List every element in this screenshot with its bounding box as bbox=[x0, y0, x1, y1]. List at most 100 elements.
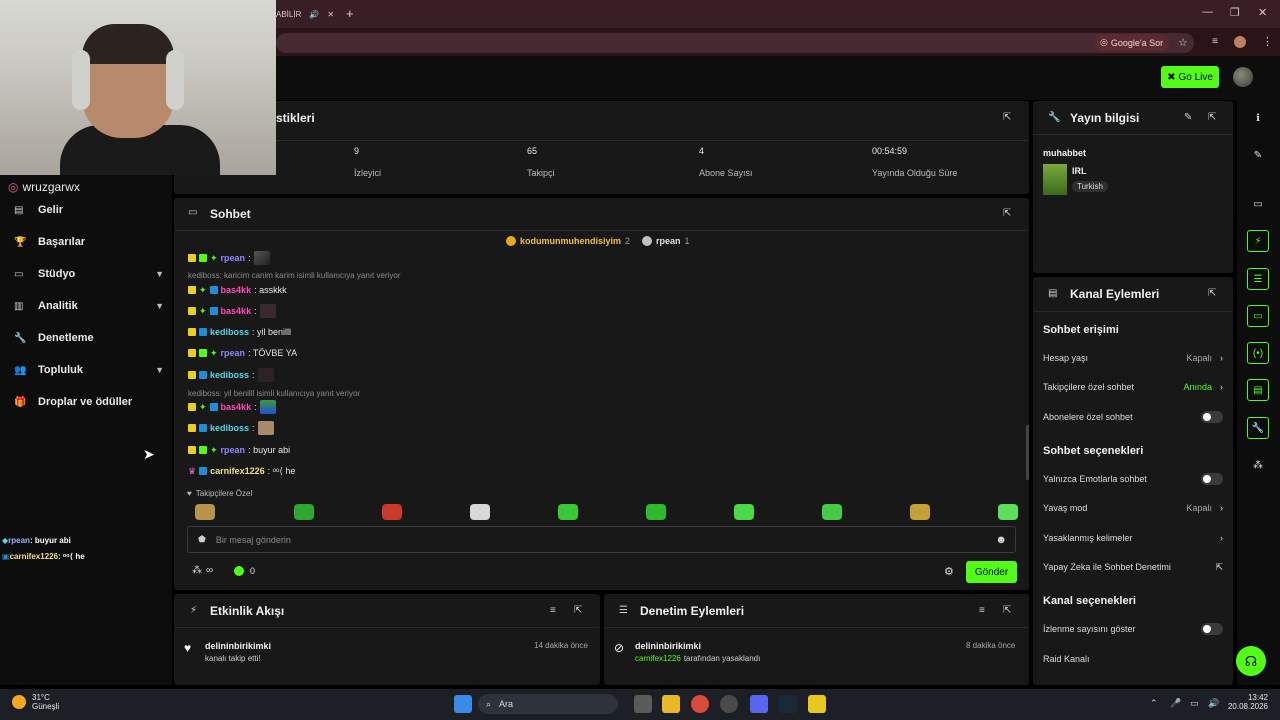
setting-ai-moderation[interactable]: Yapay Zeka ile Sohbet Denetimi ⇱ bbox=[1043, 560, 1223, 574]
discord-icon[interactable] bbox=[750, 695, 768, 713]
minimize-icon[interactable]: — bbox=[1202, 6, 1213, 18]
popout-icon[interactable]: ⇱ bbox=[1208, 112, 1216, 123]
user-avatar[interactable] bbox=[1233, 67, 1253, 87]
microphone-icon[interactable]: 🎤 bbox=[1170, 698, 1181, 709]
google-ask-button[interactable]: ◎ Google'a Sor bbox=[1094, 34, 1170, 51]
mouse-cursor-icon: ➤ bbox=[143, 446, 155, 462]
broadcast-icon[interactable]: (•) bbox=[1247, 342, 1269, 364]
profile-icon[interactable] bbox=[1234, 36, 1246, 48]
task-view-icon[interactable] bbox=[634, 695, 652, 713]
sidebar-item-studyo[interactable]: ▭ Stüdyo ▼ bbox=[14, 264, 164, 284]
emote-button[interactable] bbox=[822, 504, 842, 520]
chevron-down-icon: ▼ bbox=[155, 269, 164, 279]
sidebar-item-basarilar[interactable]: 🏆 Başarılar bbox=[14, 232, 164, 252]
emote-button[interactable] bbox=[294, 504, 314, 520]
chevron-right-icon: › bbox=[1220, 353, 1223, 363]
kick-points[interactable]: 0 bbox=[234, 566, 255, 576]
bookmark-star-icon[interactable]: ☆ bbox=[1178, 36, 1188, 49]
toggle-switch[interactable] bbox=[1201, 411, 1223, 423]
setting-abone-sohbet[interactable]: Abonelere özel sohbet bbox=[1043, 410, 1223, 424]
setting-emote-only[interactable]: Yalnızca Emotlarla sohbet bbox=[1043, 472, 1223, 486]
emote-button[interactable] bbox=[910, 504, 930, 520]
menu-kebab-icon[interactable]: ⋮ bbox=[1262, 35, 1273, 48]
emote-button[interactable] bbox=[195, 504, 215, 520]
category-thumbnail[interactable] bbox=[1043, 164, 1067, 195]
sidebar-item-gelir[interactable]: ▤ Gelir bbox=[14, 200, 164, 220]
sun-icon bbox=[12, 695, 26, 709]
support-headset-icon[interactable]: ☊ bbox=[1236, 646, 1266, 676]
filter-icon[interactable]: ≡ bbox=[550, 605, 556, 616]
windows-start-icon[interactable] bbox=[454, 695, 472, 713]
channel-actions-title: Kanal Eylemleri bbox=[1070, 287, 1160, 301]
popout-icon[interactable]: ⇱ bbox=[574, 605, 582, 616]
event-username[interactable]: delininbirikimki bbox=[635, 641, 701, 651]
chrome-icon[interactable] bbox=[691, 695, 709, 713]
chat-settings-gear-icon[interactable]: ⚙ bbox=[944, 565, 954, 578]
taskbar-clock[interactable]: 13:42 20.08.2026 bbox=[1226, 693, 1268, 711]
sidebar-item-topluluk[interactable]: 👥 Topluluk ▼ bbox=[14, 360, 164, 380]
tab-close-icon[interactable]: ✕ bbox=[327, 10, 334, 19]
filter-icon[interactable]: ≡ bbox=[979, 605, 985, 616]
divider bbox=[175, 627, 599, 628]
popout-icon[interactable]: ⇱ bbox=[1208, 288, 1216, 299]
obs-icon[interactable] bbox=[720, 695, 738, 713]
app-icon[interactable] bbox=[808, 695, 826, 713]
volume-icon[interactable]: 🔊 bbox=[1208, 698, 1219, 709]
maximize-icon[interactable]: ❐ bbox=[1230, 6, 1240, 19]
sidebar-item-droplar[interactable]: 🎁 Droplar ve ödüller bbox=[14, 392, 164, 412]
send-button[interactable]: Gönder bbox=[966, 561, 1017, 583]
emote-button[interactable] bbox=[382, 504, 402, 520]
channel-points[interactable]: ⁂ ∞ bbox=[192, 565, 213, 576]
url-field[interactable] bbox=[276, 33, 1194, 53]
pencil-icon[interactable]: ✎ bbox=[1247, 144, 1269, 166]
steam-icon[interactable] bbox=[779, 695, 797, 713]
list-icon[interactable]: ☰ bbox=[1247, 268, 1269, 290]
emote-button[interactable] bbox=[558, 504, 578, 520]
info-icon[interactable]: ℹ bbox=[1247, 107, 1269, 129]
setting-izlenme-sayisi[interactable]: İzlenme sayısını göster bbox=[1043, 622, 1223, 636]
go-live-button[interactable]: ✖ Go Live bbox=[1161, 66, 1219, 88]
event-username[interactable]: delininbirikimki bbox=[205, 641, 271, 651]
weather-widget[interactable]: 31°C Güneşli bbox=[12, 693, 59, 711]
lightning-icon[interactable]: ⚡ bbox=[1247, 230, 1269, 252]
emote-button[interactable] bbox=[734, 504, 754, 520]
emote-button[interactable] bbox=[470, 504, 490, 520]
sidebar-item-analitik[interactable]: ▥ Analitik ▼ bbox=[14, 296, 164, 316]
edit-pencil-icon[interactable]: ✎ bbox=[1184, 112, 1192, 123]
toggle-switch[interactable] bbox=[1201, 473, 1223, 485]
setting-yavas-mod[interactable]: Yavaş mod Kapalı › bbox=[1043, 501, 1223, 515]
chat-message-input[interactable]: ⬟ Bir mesaj gönderin ☻ bbox=[187, 526, 1016, 553]
chart-icon: ▥ bbox=[14, 300, 24, 312]
setting-takipci-sohbet[interactable]: Takipçilere özel sohbet Anında › bbox=[1043, 380, 1223, 394]
apps-icon[interactable]: ⁂ bbox=[1247, 454, 1269, 476]
file-explorer-icon[interactable] bbox=[662, 695, 680, 713]
setting-hesap-yasi[interactable]: Hesap yaşı Kapalı › bbox=[1043, 351, 1223, 365]
chat-scrollbar[interactable] bbox=[1026, 425, 1029, 480]
popout-icon[interactable]: ⇱ bbox=[1003, 208, 1011, 219]
toggle-switch[interactable] bbox=[1201, 623, 1223, 635]
chevron-down-icon: ▼ bbox=[155, 365, 164, 375]
emoji-picker-icon[interactable]: ☻ bbox=[995, 534, 1007, 546]
popout-icon[interactable]: ⇱ bbox=[1003, 112, 1011, 123]
setting-yasakli-kelimeler[interactable]: Yasaklanmış kelimeler › bbox=[1043, 531, 1223, 545]
og-badge-icon bbox=[199, 467, 208, 475]
setting-raid-kanali[interactable]: Raid Kanalı bbox=[1043, 652, 1223, 666]
popout-icon[interactable]: ⇱ bbox=[1003, 605, 1011, 616]
taskbar-search[interactable]: ⌕ Ara bbox=[478, 694, 618, 714]
chevron-up-icon[interactable]: ⌃ bbox=[1150, 698, 1158, 709]
emote-button[interactable] bbox=[646, 504, 666, 520]
chat-bubble-icon[interactable]: ▭ bbox=[1247, 305, 1269, 327]
emote-button[interactable] bbox=[998, 504, 1018, 520]
browser-tab[interactable]: ABİLİR 🔊 ✕ bbox=[276, 2, 336, 26]
new-tab-button[interactable]: + bbox=[346, 6, 354, 21]
og-badge-icon bbox=[209, 286, 218, 294]
window-close-icon[interactable]: ✕ bbox=[1258, 6, 1267, 19]
card-icon[interactable]: ▭ bbox=[1247, 193, 1269, 215]
display-icon[interactable]: ▭ bbox=[1190, 698, 1199, 709]
playlist-icon[interactable]: ≡ bbox=[1212, 36, 1218, 47]
sidebar-item-denetleme[interactable]: 🔧 Denetleme bbox=[14, 328, 164, 348]
channel-icon[interactable]: ▤ bbox=[1247, 379, 1269, 401]
category-name[interactable]: IRL bbox=[1072, 166, 1087, 176]
wrench-icon[interactable]: 🔧 bbox=[1247, 417, 1269, 439]
speaker-icon[interactable]: 🔊 bbox=[309, 10, 319, 19]
